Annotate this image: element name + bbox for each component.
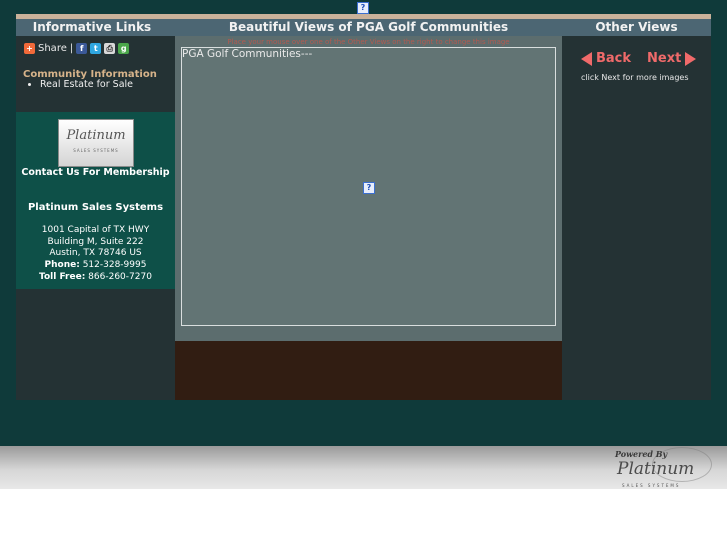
- header-bar: Informative Links Beautiful Views of PGA…: [16, 14, 711, 36]
- print-icon[interactable]: ⎙: [104, 43, 116, 54]
- powered-by-label: Powered By: [615, 449, 668, 459]
- phone-label: Phone:: [44, 260, 80, 271]
- contact-panel: Platinum SALES SYSTEMS Contact Us For Me…: [16, 112, 175, 289]
- image-viewer-panel: Place your mouse over one of the Other V…: [175, 36, 562, 341]
- viewer-hint: Place your mouse over one of the Other V…: [227, 38, 510, 46]
- back-arrow-icon[interactable]: [581, 51, 592, 66]
- google-icon[interactable]: g: [118, 43, 130, 54]
- header-informative-links: Informative Links: [32, 20, 152, 34]
- address-line-2: Building M, Suite 222: [47, 236, 144, 247]
- share-link[interactable]: Share: [38, 43, 67, 54]
- company-name: Platinum Sales Systems: [27, 202, 164, 213]
- platinum-logo[interactable]: Platinum SALES SYSTEMS: [58, 119, 134, 167]
- phone-number: 512-328-9995: [82, 260, 147, 271]
- viewer-title: PGA Golf Communities---: [182, 48, 313, 60]
- header-other-views: Other Views: [595, 20, 678, 34]
- tollfree-label: Toll Free:: [39, 271, 86, 282]
- next-arrow-icon[interactable]: [685, 51, 697, 66]
- footer-bar: Powered By Platinum SALES SYSTEMS: [0, 446, 727, 489]
- footer-platinum-logo[interactable]: Platinum: [617, 459, 694, 479]
- next-hint: click Next for more images: [581, 73, 689, 82]
- share-plus-icon[interactable]: +: [24, 43, 35, 54]
- left-sidebar: + Share | f t ⎙ g Community Information …: [16, 36, 175, 400]
- share-bar[interactable]: + Share | f t ⎙ g: [24, 43, 130, 54]
- image-navigation: Back Next: [581, 51, 697, 66]
- header-page-title: Beautiful Views of PGA Golf Communities: [228, 20, 509, 34]
- tollfree-line: Toll Free: 866-260-7270: [16, 272, 175, 284]
- community-links-list: Real Estate for Sale: [16, 79, 133, 90]
- next-button[interactable]: Next: [647, 51, 681, 66]
- tollfree-number: 866-260-7270: [88, 271, 152, 282]
- real-estate-link[interactable]: Real Estate for Sale: [40, 79, 133, 90]
- platinum-logo-script: Platinum: [66, 128, 126, 143]
- broken-image-icon: ?: [357, 2, 369, 14]
- broken-image-icon: ?: [363, 182, 375, 194]
- back-button[interactable]: Back: [596, 51, 631, 66]
- twitter-icon[interactable]: t: [90, 43, 102, 54]
- company-address: 1001 Capital of TX HWY Building M, Suite…: [16, 225, 175, 284]
- platinum-logo-subtitle: SALES SYSTEMS: [73, 148, 119, 153]
- contact-membership-link[interactable]: Contact Us For Membership: [16, 167, 175, 178]
- main-image-frame: PGA Golf Communities--- ?: [181, 47, 556, 326]
- facebook-icon[interactable]: f: [76, 43, 88, 54]
- other-views-sidebar: Back Next click Next for more images: [562, 36, 711, 400]
- share-separator: |: [69, 43, 74, 54]
- address-line-1: 1001 Capital of TX HWY: [41, 225, 150, 235]
- address-line-3: Austin, TX 78746 US: [49, 248, 142, 259]
- viewer-caption-area: [175, 341, 562, 400]
- footer-logo-subtitle: SALES SYSTEMS: [622, 483, 681, 488]
- phone-line: Phone: 512-328-9995: [16, 260, 175, 272]
